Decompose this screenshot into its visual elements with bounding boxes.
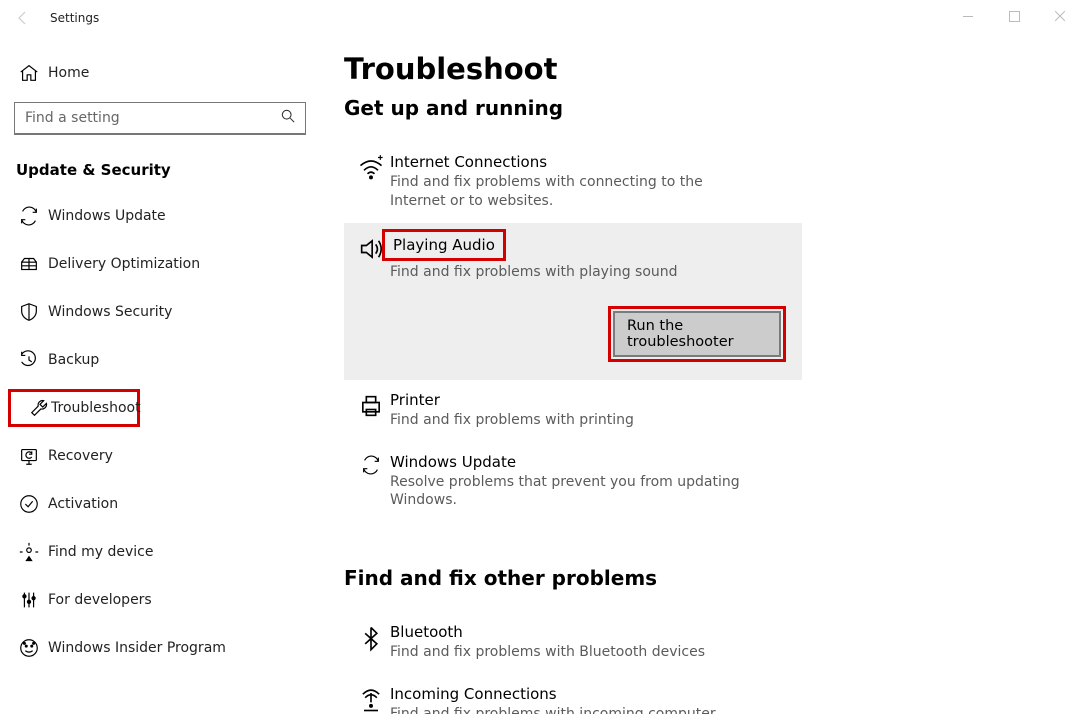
incoming-icon (352, 684, 390, 714)
sidebar-item-label: Windows Insider Program (48, 640, 226, 656)
troubleshooter-title: Bluetooth (390, 623, 463, 641)
sidebar-item-delivery-optimization[interactable]: Delivery Optimization (0, 245, 320, 283)
troubleshooter-description: Resolve problems that prevent you from u… (390, 473, 760, 511)
troubleshooter-windows-update[interactable]: Windows Update Resolve problems that prev… (344, 442, 802, 523)
troubleshooter-title: Internet Connections (390, 153, 547, 171)
developer-icon (18, 589, 48, 611)
troubleshooter-description: Find and fix problems with printing (390, 411, 760, 430)
home-nav[interactable]: Home (0, 54, 320, 92)
bluetooth-icon (352, 622, 390, 662)
section2-title: Find and fix other problems (344, 566, 1083, 590)
run-troubleshooter-button[interactable]: Run the troubleshooter (613, 311, 781, 357)
wifi-icon (352, 152, 390, 211)
troubleshooter-description: Find and fix problems with playing sound (390, 263, 760, 282)
location-icon (18, 541, 48, 563)
troubleshooter-title: Windows Update (390, 453, 516, 471)
window-title: Settings (50, 11, 99, 25)
search-placeholder: Find a setting (25, 110, 120, 126)
sidebar-item-for-developers[interactable]: For developers (0, 581, 320, 619)
page-title: Troubleshoot (344, 52, 1083, 86)
sync-icon (18, 205, 48, 227)
printer-icon (352, 390, 390, 430)
sidebar-item-troubleshoot[interactable]: Troubleshoot (8, 389, 140, 427)
section1-title: Get up and running (344, 96, 1083, 120)
recovery-icon (18, 445, 48, 467)
sidebar-item-activation[interactable]: Activation (0, 485, 320, 523)
sidebar-item-label: Delivery Optimization (48, 256, 200, 272)
sidebar-item-label: Find my device (48, 544, 154, 560)
sidebar-item-label: Activation (48, 496, 118, 512)
delivery-icon (18, 253, 48, 275)
main-content: Troubleshoot Get up and running Internet… (320, 36, 1083, 714)
titlebar: Settings (0, 0, 1083, 36)
troubleshooter-description: Find and fix problems with connecting to… (390, 173, 760, 211)
home-label: Home (48, 65, 89, 81)
sidebar-item-windows-security[interactable]: Windows Security (0, 293, 320, 331)
troubleshooter-title: Printer (390, 391, 440, 409)
sidebar-item-windows-update[interactable]: Windows Update (0, 197, 320, 235)
sidebar-item-label: For developers (48, 592, 152, 608)
sidebar-item-backup[interactable]: Backup (0, 341, 320, 379)
window-controls (945, 0, 1083, 32)
sidebar-item-find-my-device[interactable]: Find my device (0, 533, 320, 571)
run-troubleshooter-highlight: Run the troubleshooter (608, 306, 786, 362)
sidebar-item-label: Windows Update (48, 208, 166, 224)
sidebar-item-label: Recovery (48, 448, 113, 464)
troubleshooter-playing-audio[interactable]: Playing Audio Find and fix problems with … (344, 223, 802, 380)
sidebar-item-label: Troubleshoot (51, 400, 141, 416)
troubleshooter-bluetooth[interactable]: Bluetooth Find and fix problems with Blue… (344, 612, 802, 674)
history-icon (18, 349, 48, 371)
wrench-icon (29, 397, 51, 419)
close-button[interactable] (1037, 0, 1083, 32)
troubleshooter-printer[interactable]: Printer Find and fix problems with printi… (344, 380, 802, 442)
minimize-button[interactable] (945, 0, 991, 32)
sidebar-item-label: Windows Security (48, 304, 172, 320)
sync-icon (352, 452, 390, 511)
troubleshooter-description: Find and fix problems with incoming comp… (390, 705, 760, 714)
shield-icon (18, 301, 48, 323)
check-circle-icon (18, 493, 48, 515)
sidebar-item-windows-insider-program[interactable]: Windows Insider Program (0, 629, 320, 667)
troubleshooter-internet-connections[interactable]: Internet Connections Find and fix problem… (344, 142, 802, 223)
insider-icon (18, 637, 48, 659)
search-icon (281, 109, 295, 127)
sidebar: Home Find a setting Update & Security Wi… (0, 36, 320, 714)
troubleshooter-description: Find and fix problems with Bluetooth dev… (390, 643, 760, 662)
home-icon (18, 62, 48, 84)
sidebar-item-label: Backup (48, 352, 99, 368)
maximize-button[interactable] (991, 0, 1037, 32)
back-button[interactable] (0, 0, 46, 36)
troubleshooter-title: Playing Audio (382, 229, 506, 261)
troubleshooter-incoming-connections[interactable]: Incoming Connections Find and fix problem… (344, 674, 802, 714)
sidebar-section-header: Update & Security (0, 153, 320, 197)
search-input[interactable]: Find a setting (14, 102, 306, 135)
sidebar-item-recovery[interactable]: Recovery (0, 437, 320, 475)
troubleshooter-title: Incoming Connections (390, 685, 557, 703)
